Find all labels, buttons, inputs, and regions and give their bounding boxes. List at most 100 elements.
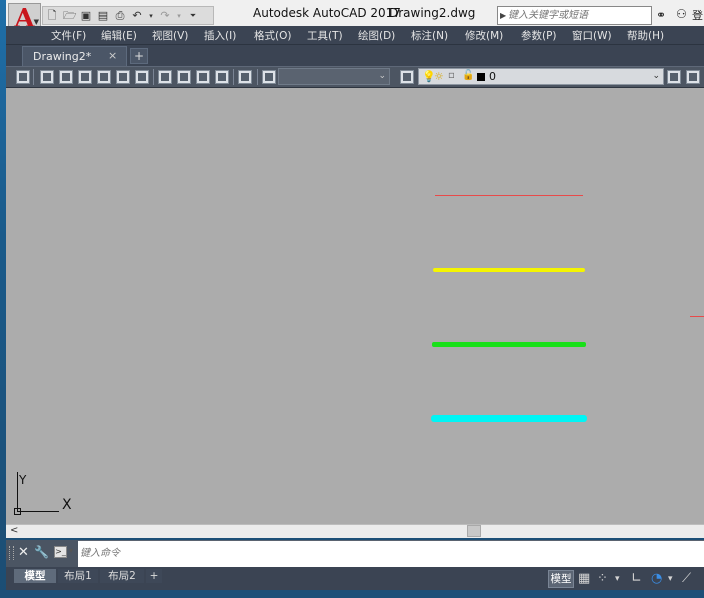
menu-window[interactable]: 窗口(W) <box>572 28 612 43</box>
toolbar-separator <box>233 69 234 85</box>
add-layout-button[interactable]: + <box>146 569 162 583</box>
menu-modify[interactable]: 修改(M) <box>465 28 503 43</box>
app-title: Autodesk AutoCAD 2017 <box>253 6 401 20</box>
menu-file[interactable]: 文件(F) <box>51 28 86 43</box>
top-view-icon[interactable] <box>40 70 54 84</box>
make-current-layer-icon[interactable] <box>667 70 681 84</box>
open-folder-icon[interactable]: 🗁 <box>63 9 77 22</box>
search-expand-icon[interactable]: ▶ <box>500 11 506 20</box>
polar-tracking-icon[interactable]: ◔ <box>651 571 662 586</box>
menu-bar: 文件(F) 编辑(E) 视图(V) 插入(I) 格式(O) 工具(T) 绘图(D… <box>6 26 704 44</box>
layer-viewport-freeze-icon[interactable]: ▫ <box>448 70 455 81</box>
red-line-offscreen[interactable] <box>690 316 704 317</box>
menu-insert[interactable]: 插入(I) <box>204 28 236 43</box>
new-tab-button[interactable]: + <box>130 48 148 64</box>
back-view-icon[interactable] <box>135 70 149 84</box>
yellow-line[interactable] <box>433 268 585 272</box>
ortho-icon[interactable]: ∟ <box>631 571 642 586</box>
layer-previous-icon[interactable] <box>686 70 700 84</box>
menu-draw[interactable]: 绘图(D) <box>358 28 395 43</box>
customize-wrench-icon[interactable]: 🔧 <box>34 545 49 559</box>
nw-isometric-icon[interactable] <box>215 70 229 84</box>
toolbar-separator <box>153 69 154 85</box>
redo-icon[interactable]: ↷ <box>159 9 171 22</box>
isodraft-icon[interactable]: ⟋ <box>682 571 691 586</box>
menu-parametric[interactable]: 参数(P) <box>521 28 557 43</box>
taskbar-edge <box>0 590 704 598</box>
chevron-down-icon: ▼ <box>33 18 39 26</box>
snap-icon[interactable]: ⁘ <box>597 571 608 586</box>
undo-icon[interactable]: ↶ <box>131 9 143 22</box>
toolbar-separator <box>257 69 258 85</box>
scroll-left-arrow-icon[interactable]: < <box>10 525 18 536</box>
layer-name: 0 <box>489 70 496 83</box>
undo-dropdown-icon[interactable]: ▾ <box>148 10 154 22</box>
snap-dropdown-icon[interactable]: ▾ <box>615 574 620 584</box>
right-view-icon[interactable] <box>97 70 111 84</box>
visual-styles-icon[interactable] <box>262 70 276 84</box>
front-view-icon[interactable] <box>116 70 130 84</box>
menu-help[interactable]: 帮助(H) <box>627 28 664 43</box>
chevron-down-icon: ⌄ <box>652 71 660 81</box>
search-box: ▶ <box>497 6 652 25</box>
layer-dropdown[interactable]: 💡 ☼ ▫ 🔓 0 ⌄ <box>418 68 664 85</box>
tab-drawing2[interactable]: Drawing2* × <box>22 46 127 66</box>
layer-color-swatch <box>477 73 485 81</box>
menu-edit[interactable]: 编辑(E) <box>101 28 137 43</box>
command-prompt-icon[interactable]: >_ <box>54 546 67 558</box>
close-icon[interactable]: × <box>108 49 117 62</box>
bottom-view-icon[interactable] <box>59 70 73 84</box>
tab-label: Drawing2* <box>33 50 92 63</box>
toolbar-separator <box>33 69 34 85</box>
user-icon[interactable]: ⚇ <box>676 7 687 21</box>
menu-view[interactable]: 视图(V) <box>152 28 188 43</box>
print-icon[interactable]: ⎙ <box>114 9 126 22</box>
tab-model[interactable]: 模型 <box>14 569 56 583</box>
ucs-y-axis <box>17 472 18 512</box>
scrollbar-thumb[interactable] <box>467 525 481 537</box>
save-as-icon[interactable]: ▤ <box>97 9 109 22</box>
command-line-controls: ✕ 🔧 <box>6 540 78 567</box>
menu-format[interactable]: 格式(O) <box>254 28 291 43</box>
chevron-down-icon[interactable]: ▾ <box>69 546 73 555</box>
tab-layout1[interactable]: 布局1 <box>58 569 98 583</box>
visual-style-dropdown[interactable]: ⌄ <box>278 68 390 85</box>
layer-thaw-sun-icon[interactable]: ☼ <box>434 70 444 83</box>
document-title: Drawing2.dwg <box>389 6 476 20</box>
model-space-button[interactable]: 模型 <box>548 570 574 588</box>
grid-icon[interactable]: ▦ <box>578 571 590 586</box>
layer-unlock-icon[interactable]: 🔓 <box>462 70 474 81</box>
left-view-icon[interactable] <box>78 70 92 84</box>
sw-isometric-icon[interactable] <box>158 70 172 84</box>
command-input[interactable] <box>80 545 380 561</box>
ucs-x-label: X <box>62 497 72 513</box>
menu-dimension[interactable]: 标注(N) <box>411 28 448 43</box>
red-line[interactable] <box>435 195 583 196</box>
chevron-down-icon: ⌄ <box>378 71 386 81</box>
ne-isometric-icon[interactable] <box>196 70 210 84</box>
named-views-icon[interactable] <box>16 70 30 84</box>
ucs-x-axis <box>17 511 59 512</box>
horizontal-scrollbar[interactable]: < <box>6 524 704 538</box>
menu-tools[interactable]: 工具(T) <box>307 28 343 43</box>
layer-properties-icon[interactable] <box>400 70 414 84</box>
green-line[interactable] <box>432 342 586 347</box>
redo-dropdown-icon[interactable]: ▾ <box>176 10 182 22</box>
drag-handle-icon[interactable] <box>9 546 14 560</box>
drawing-canvas[interactable] <box>6 88 704 524</box>
se-isometric-icon[interactable] <box>177 70 191 84</box>
ucs-origin-icon <box>14 508 21 515</box>
close-icon[interactable]: ✕ <box>18 545 29 560</box>
new-file-icon[interactable]: 🗋 <box>46 9 58 22</box>
sign-in-label[interactable]: 登 <box>692 7 703 23</box>
ucs-y-label: Y <box>19 473 27 487</box>
tab-layout2[interactable]: 布局2 <box>100 569 144 583</box>
save-icon[interactable]: ▣ <box>80 9 92 22</box>
customize-toolbar-icon[interactable]: ⏷ <box>187 10 199 22</box>
cyan-line[interactable] <box>431 415 587 422</box>
search-input[interactable] <box>508 8 648 23</box>
polar-dropdown-icon[interactable]: ▾ <box>668 574 673 584</box>
camera-icon[interactable] <box>238 70 252 84</box>
quick-access-toolbar: 🗋 🗁 ▣ ▤ ⎙ ↶ ▾ ↷ ▾ ⏷ <box>42 6 214 25</box>
binoculars-icon[interactable]: ⚭ <box>656 8 666 22</box>
